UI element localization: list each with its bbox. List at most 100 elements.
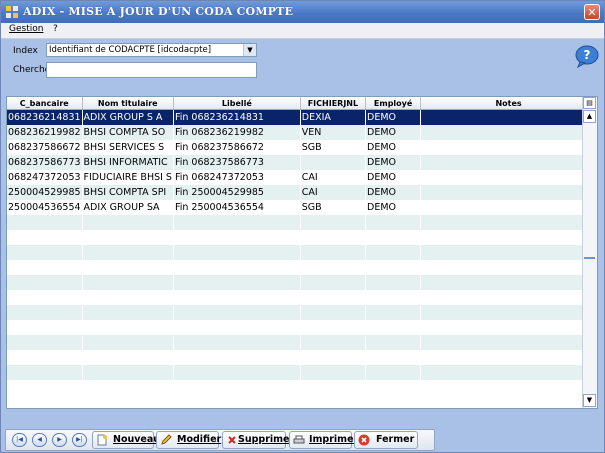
- table-cell[interactable]: [300, 260, 367, 275]
- help-icon[interactable]: ?: [575, 44, 599, 68]
- table-cell[interactable]: SGB: [300, 140, 367, 155]
- table-cell[interactable]: [7, 230, 83, 245]
- table-cell[interactable]: BHSI COMPTA SPI: [82, 185, 174, 200]
- table-cell[interactable]: 068237586773: [7, 155, 83, 170]
- table-cell[interactable]: [7, 380, 83, 395]
- previous-record-icon[interactable]: ◀: [32, 433, 47, 447]
- table-cell[interactable]: [82, 320, 174, 335]
- table-cell[interactable]: CAI: [300, 170, 367, 185]
- table-cell[interactable]: [7, 305, 83, 320]
- empty-table-row[interactable]: [7, 380, 597, 395]
- table-cell[interactable]: [82, 380, 174, 395]
- table-row[interactable]: 068236214831 ADIX GROUP S A Fin 0682362148…: [7, 109, 597, 125]
- table-cell[interactable]: 068247372053: [7, 170, 83, 185]
- table-cell[interactable]: [173, 320, 301, 335]
- table-row[interactable]: 068247372053 FIDUCIAIRE BHSI S Fin 0682473…: [7, 170, 597, 185]
- table-row[interactable]: 068237586672 BHSI SERVICES S Fin 068237586…: [7, 140, 597, 155]
- column-header[interactable]: Libellé: [173, 97, 301, 110]
- index-select[interactable]: Identifiant de CODACPTE [idcodacpte] ▼: [46, 43, 257, 57]
- column-header[interactable]: Notes: [420, 97, 597, 110]
- table-cell[interactable]: [82, 275, 174, 290]
- table-cell[interactable]: DEMO: [365, 155, 422, 170]
- menu-help[interactable]: ?: [53, 24, 58, 34]
- table-cell[interactable]: BHSI SERVICES S: [82, 140, 174, 155]
- table-cell[interactable]: [7, 215, 83, 230]
- table-row[interactable]: 250004536554 ADIX GROUP SA Fin 25000453655…: [7, 200, 597, 215]
- table-cell[interactable]: [300, 350, 367, 365]
- table-cell[interactable]: DEXIA: [300, 109, 367, 125]
- table-cell[interactable]: [420, 320, 597, 335]
- table-cell[interactable]: [82, 365, 174, 380]
- chevron-down-icon[interactable]: ▼: [243, 44, 256, 56]
- scroll-up-icon[interactable]: ▲: [583, 110, 596, 123]
- table-cell[interactable]: Fin 068237586773: [173, 155, 301, 170]
- table-cell[interactable]: [365, 335, 422, 350]
- table-cell[interactable]: ADIX GROUP SA: [82, 200, 174, 215]
- table-cell[interactable]: [173, 260, 301, 275]
- table-cell[interactable]: [82, 230, 174, 245]
- empty-table-row[interactable]: [7, 245, 597, 260]
- table-cell[interactable]: [365, 320, 422, 335]
- table-cell[interactable]: [420, 305, 597, 320]
- table-cell[interactable]: [365, 380, 422, 395]
- empty-table-row[interactable]: [7, 350, 597, 365]
- table-cell[interactable]: [420, 350, 597, 365]
- table-cell[interactable]: [173, 230, 301, 245]
- table-cell[interactable]: DEMO: [365, 125, 422, 140]
- table-cell[interactable]: [420, 335, 597, 350]
- table-cell[interactable]: [300, 380, 367, 395]
- empty-table-row[interactable]: [7, 305, 597, 320]
- table-cell[interactable]: [300, 275, 367, 290]
- table-cell[interactable]: [300, 290, 367, 305]
- table-cell[interactable]: [420, 215, 597, 230]
- table-cell[interactable]: [365, 290, 422, 305]
- table-cell[interactable]: [82, 215, 174, 230]
- table-cell[interactable]: Fin 068247372053: [173, 170, 301, 185]
- column-header[interactable]: Nom titulaire: [82, 97, 174, 110]
- table-cell[interactable]: [365, 275, 422, 290]
- table-cell[interactable]: [420, 275, 597, 290]
- table-cell[interactable]: [173, 275, 301, 290]
- table-cell[interactable]: [7, 350, 83, 365]
- table-row[interactable]: 250004529985 BHSI COMPTA SPI Fin 250004529…: [7, 185, 597, 200]
- table-cell[interactable]: CAI: [300, 185, 367, 200]
- close-button[interactable]: Fermer: [354, 431, 418, 449]
- empty-table-row[interactable]: [7, 275, 597, 290]
- print-button[interactable]: Imprimer: [289, 431, 358, 449]
- table-cell[interactable]: Fin 250004536554: [173, 200, 301, 215]
- table-cell[interactable]: [420, 125, 597, 140]
- table-cell[interactable]: [7, 275, 83, 290]
- table-cell[interactable]: [7, 335, 83, 350]
- first-record-icon[interactable]: |◀: [12, 433, 27, 447]
- table-cell[interactable]: BHSI INFORMATIC: [82, 155, 174, 170]
- table-cell[interactable]: [420, 140, 597, 155]
- table-cell[interactable]: 250004536554: [7, 200, 83, 215]
- table-cell[interactable]: [300, 335, 367, 350]
- window-close-button[interactable]: ✕: [584, 4, 600, 20]
- table-cell[interactable]: [300, 305, 367, 320]
- table-cell[interactable]: [300, 230, 367, 245]
- table-cell[interactable]: DEMO: [365, 140, 422, 155]
- table-cell[interactable]: [7, 320, 83, 335]
- table-cell[interactable]: [420, 245, 597, 260]
- table-cell[interactable]: [300, 365, 367, 380]
- new-button[interactable]: Nouveau: [92, 431, 160, 449]
- table-cell[interactable]: [173, 305, 301, 320]
- table-cell[interactable]: SGB: [300, 200, 367, 215]
- table-row[interactable]: 068237586773 BHSI INFORMATIC Fin 068237586…: [7, 155, 597, 170]
- table-cell[interactable]: [300, 245, 367, 260]
- empty-table-row[interactable]: [7, 320, 597, 335]
- table-cell[interactable]: Fin 068237586672: [173, 140, 301, 155]
- table-cell[interactable]: [300, 320, 367, 335]
- table-cell[interactable]: [365, 350, 422, 365]
- table-cell[interactable]: [420, 185, 597, 200]
- column-header[interactable]: C_bancaire: [7, 97, 83, 110]
- empty-table-row[interactable]: [7, 335, 597, 350]
- table-cell[interactable]: 068236214831: [7, 109, 83, 125]
- table-cell[interactable]: [82, 290, 174, 305]
- table-cell[interactable]: [420, 109, 597, 125]
- table-cell[interactable]: [82, 245, 174, 260]
- table-cell[interactable]: 250004529985: [7, 185, 83, 200]
- table-cell[interactable]: [365, 365, 422, 380]
- empty-table-row[interactable]: [7, 215, 597, 230]
